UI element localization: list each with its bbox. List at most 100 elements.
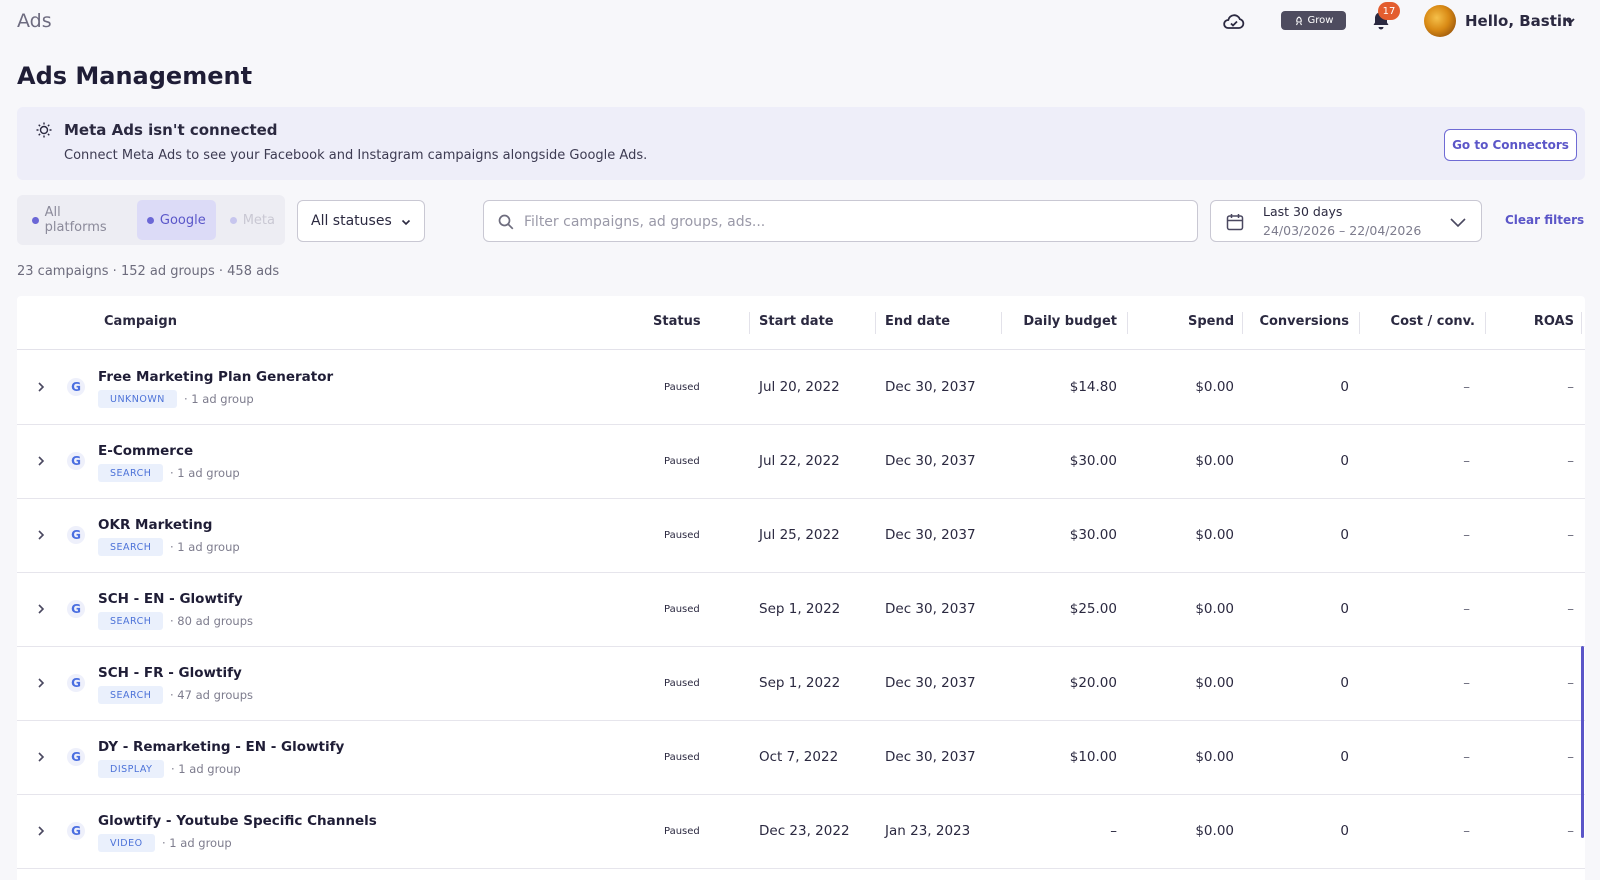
campaign-type-badge: SEARCH <box>98 464 164 482</box>
column-campaign[interactable]: Campaign <box>104 314 177 329</box>
table-row[interactable]: G SCH - FR - Glowtify SEARCH · 47 ad gro… <box>17 647 1585 721</box>
chevron-right-icon[interactable] <box>35 750 47 764</box>
start-date-cell: Oct 7, 2022 <box>759 749 839 765</box>
chevron-right-icon[interactable] <box>35 454 47 468</box>
chevron-right-icon[interactable] <box>35 602 47 616</box>
google-icon: G <box>67 378 85 396</box>
grow-button[interactable]: Grow <box>1281 11 1346 30</box>
cost-per-conversion-cell: – <box>1463 823 1470 839</box>
column-status[interactable]: Status <box>653 314 701 329</box>
cost-per-conversion-cell: – <box>1463 675 1470 691</box>
conversions-cell: 0 <box>1340 379 1349 395</box>
table-row[interactable]: G Free Marketing Plan Generator UNKNOWN … <box>17 351 1585 425</box>
status-label: Paused <box>664 382 700 393</box>
ad-group-count: · 1 ad group <box>162 836 232 850</box>
daily-budget-cell: $30.00 <box>1069 453 1117 469</box>
go-to-connectors-button[interactable]: Go to Connectors <box>1444 129 1577 161</box>
chevron-down-icon <box>1450 218 1466 228</box>
scrollbar-thumb[interactable] <box>1581 646 1584 838</box>
start-date-cell: Jul 22, 2022 <box>759 453 840 469</box>
conversions-cell: 0 <box>1340 675 1349 691</box>
results-summary: 23 campaigns · 152 ad groups · 458 ads <box>17 264 280 279</box>
google-icon: G <box>67 600 85 618</box>
end-date-cell: Jan 23, 2023 <box>885 823 971 839</box>
notice-title: Meta Ads isn't connected <box>64 121 278 139</box>
table-row[interactable]: G SCH - EN - Glowtify SEARCH · 80 ad gro… <box>17 573 1585 647</box>
status-select-value: All statuses <box>311 213 392 229</box>
daily-budget-cell: $30.00 <box>1069 527 1117 543</box>
dot-icon <box>146 216 154 224</box>
chevron-right-icon[interactable] <box>35 676 47 690</box>
campaign-type-badge: DISPLAY <box>98 760 165 778</box>
calendar-icon <box>1226 214 1244 231</box>
search-box[interactable] <box>483 200 1198 242</box>
platform-meta-label: Meta <box>242 212 275 228</box>
campaign-name[interactable]: SCH - EN - Glowtify <box>98 591 243 607</box>
platform-google-button[interactable]: Google <box>136 200 216 240</box>
table-row[interactable]: G OKR Marketing SEARCH · 1 ad group Paus… <box>17 499 1585 573</box>
column-separator <box>1001 312 1002 334</box>
status-label: Paused <box>664 604 700 615</box>
column-separator <box>749 312 750 334</box>
chevron-down-icon <box>401 219 411 226</box>
chevron-down-icon[interactable] <box>1563 14 1577 28</box>
campaign-name[interactable]: OKR Marketing <box>98 517 212 533</box>
column-roas[interactable]: ROAS <box>1495 314 1574 329</box>
google-icon: G <box>67 452 85 470</box>
chevron-right-icon[interactable] <box>35 528 47 542</box>
column-end-date[interactable]: End date <box>885 314 950 329</box>
column-separator <box>1581 312 1582 334</box>
campaign-type-badge: SEARCH <box>98 538 164 556</box>
lightbulb-icon <box>36 122 52 138</box>
cost-per-conversion-cell: – <box>1463 453 1470 469</box>
platform-google-label: Google <box>159 212 206 228</box>
end-date-cell: Dec 30, 2037 <box>885 675 976 691</box>
conversions-cell: 0 <box>1340 527 1349 543</box>
column-spend[interactable]: Spend <box>1137 314 1234 329</box>
conversions-cell: 0 <box>1340 601 1349 617</box>
date-range-picker[interactable]: Last 30 days 24/03/2026 – 22/04/2026 <box>1210 200 1482 242</box>
campaign-type-badge: UNKNOWN <box>98 390 177 408</box>
platform-all-button[interactable]: All platforms <box>22 200 133 240</box>
campaign-name[interactable]: DY - Remarketing - EN - Glowtify <box>98 739 344 755</box>
roas-cell: – <box>1567 379 1574 395</box>
grow-label: Grow <box>1307 15 1334 26</box>
table-row[interactable]: G E-Commerce SEARCH · 1 ad group Paused … <box>17 425 1585 499</box>
daily-budget-cell: $25.00 <box>1069 601 1117 617</box>
chevron-right-icon[interactable] <box>35 380 47 394</box>
column-cost-per-conversion[interactable]: Cost / conv. <box>1369 314 1475 329</box>
status-label: Paused <box>664 826 700 837</box>
campaign-name[interactable]: SCH - FR - Glowtify <box>98 665 242 681</box>
notice-text: Connect Meta Ads to see your Facebook an… <box>64 148 648 163</box>
ad-group-count: · 1 ad group <box>170 466 240 480</box>
roas-cell: – <box>1567 823 1574 839</box>
platform-meta-button[interactable]: Meta <box>220 200 285 240</box>
table-row[interactable]: G Glowtify - Youtube Specific Channels V… <box>17 795 1585 869</box>
column-conversions[interactable]: Conversions <box>1252 314 1349 329</box>
ad-group-count: · 1 ad group <box>184 392 254 406</box>
table-row[interactable]: G DY - Remarketing - EN - Glowtify DISPL… <box>17 721 1585 795</box>
chevron-right-icon[interactable] <box>35 824 47 838</box>
top-bar: Ads Grow 17 Hello, Bastin <box>0 0 1600 42</box>
cloud-sync-icon[interactable] <box>1222 9 1246 33</box>
column-start-date[interactable]: Start date <box>759 314 834 329</box>
user-greeting[interactable]: Hello, Bastin <box>1465 12 1573 30</box>
campaign-name[interactable]: Glowtify - Youtube Specific Channels <box>98 813 377 829</box>
column-separator <box>1242 312 1243 334</box>
column-separator <box>1485 312 1486 334</box>
google-icon: G <box>67 748 85 766</box>
end-date-cell: Dec 30, 2037 <box>885 527 976 543</box>
search-input[interactable] <box>524 209 1184 235</box>
cost-per-conversion-cell: – <box>1463 527 1470 543</box>
google-icon: G <box>67 526 85 544</box>
spend-cell: $0.00 <box>1195 823 1234 839</box>
start-date-cell: Jul 20, 2022 <box>759 379 840 395</box>
campaign-name[interactable]: E-Commerce <box>98 443 193 459</box>
campaign-name[interactable]: Free Marketing Plan Generator <box>98 369 333 385</box>
avatar[interactable] <box>1424 5 1456 37</box>
daily-budget-cell: $14.80 <box>1069 379 1117 395</box>
column-daily-budget[interactable]: Daily budget <box>1011 314 1117 329</box>
google-icon: G <box>67 674 85 692</box>
clear-filters-link[interactable]: Clear filters <box>1505 213 1584 227</box>
status-select[interactable]: All statuses <box>297 200 425 242</box>
